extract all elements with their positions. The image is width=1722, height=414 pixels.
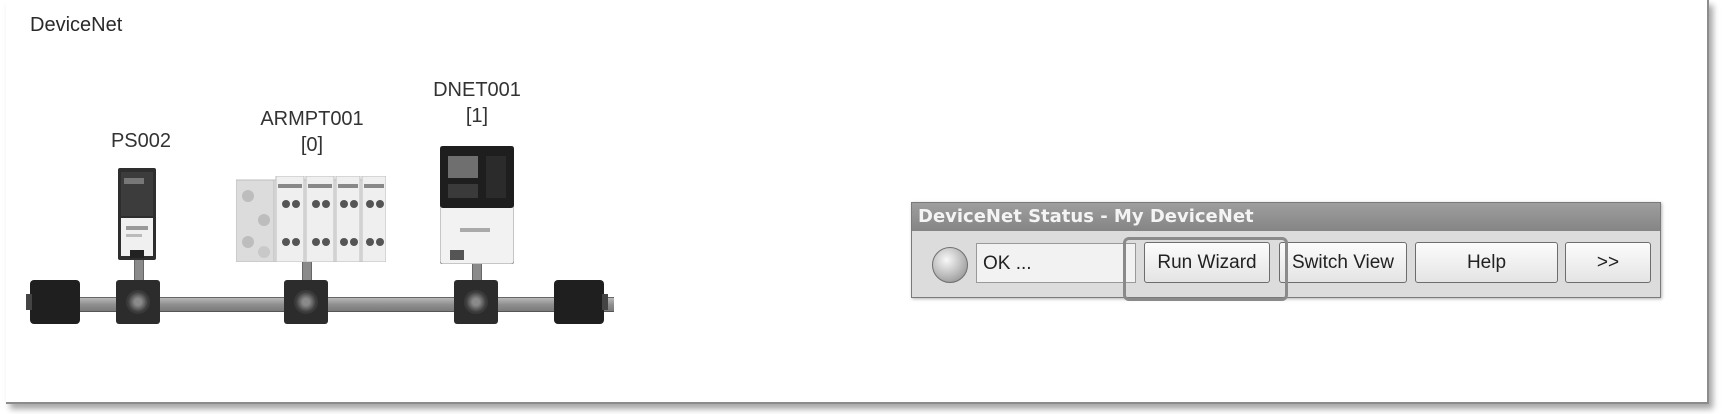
device-label-dnet001: DNET001 [1] <box>412 77 542 129</box>
terminator-right <box>554 280 608 324</box>
tap-armpt001 <box>284 280 328 324</box>
device-dnet001[interactable] <box>439 145 515 265</box>
device-label-armpt001: ARMPT001 [0] <box>242 106 382 158</box>
device-name: DNET001 <box>433 79 521 101</box>
terminator-left <box>26 280 80 324</box>
status-led-icon <box>932 247 968 283</box>
device-label-ps002: PS002 <box>86 128 196 154</box>
status-window-title[interactable]: DeviceNet Status - My DeviceNet <box>912 203 1660 231</box>
device-address: [0] <box>300 134 324 156</box>
device-address: [1] <box>465 105 489 127</box>
switch-view-button[interactable]: Switch View <box>1279 242 1407 283</box>
scanner-drive-icon <box>439 145 515 265</box>
tap-dnet001 <box>454 280 498 324</box>
device-armpt001[interactable] <box>235 175 387 263</box>
device-name: PS002 <box>110 130 172 152</box>
tap-ps002 <box>116 280 160 324</box>
network-view-frame: DeviceNet PS002 ARMPT001 [0] DNET001 [1] <box>6 0 1709 404</box>
more-button[interactable]: >> <box>1565 242 1651 283</box>
device-ps002[interactable] <box>118 168 156 260</box>
help-button[interactable]: Help <box>1415 242 1558 283</box>
device-name: ARMPT001 <box>260 108 364 130</box>
run-wizard-highlight <box>1123 237 1288 301</box>
network-title: DeviceNet <box>30 14 123 36</box>
status-text: OK ... <box>976 243 1136 283</box>
armorpoint-module-icon <box>235 175 387 263</box>
power-supply-icon <box>118 168 156 260</box>
